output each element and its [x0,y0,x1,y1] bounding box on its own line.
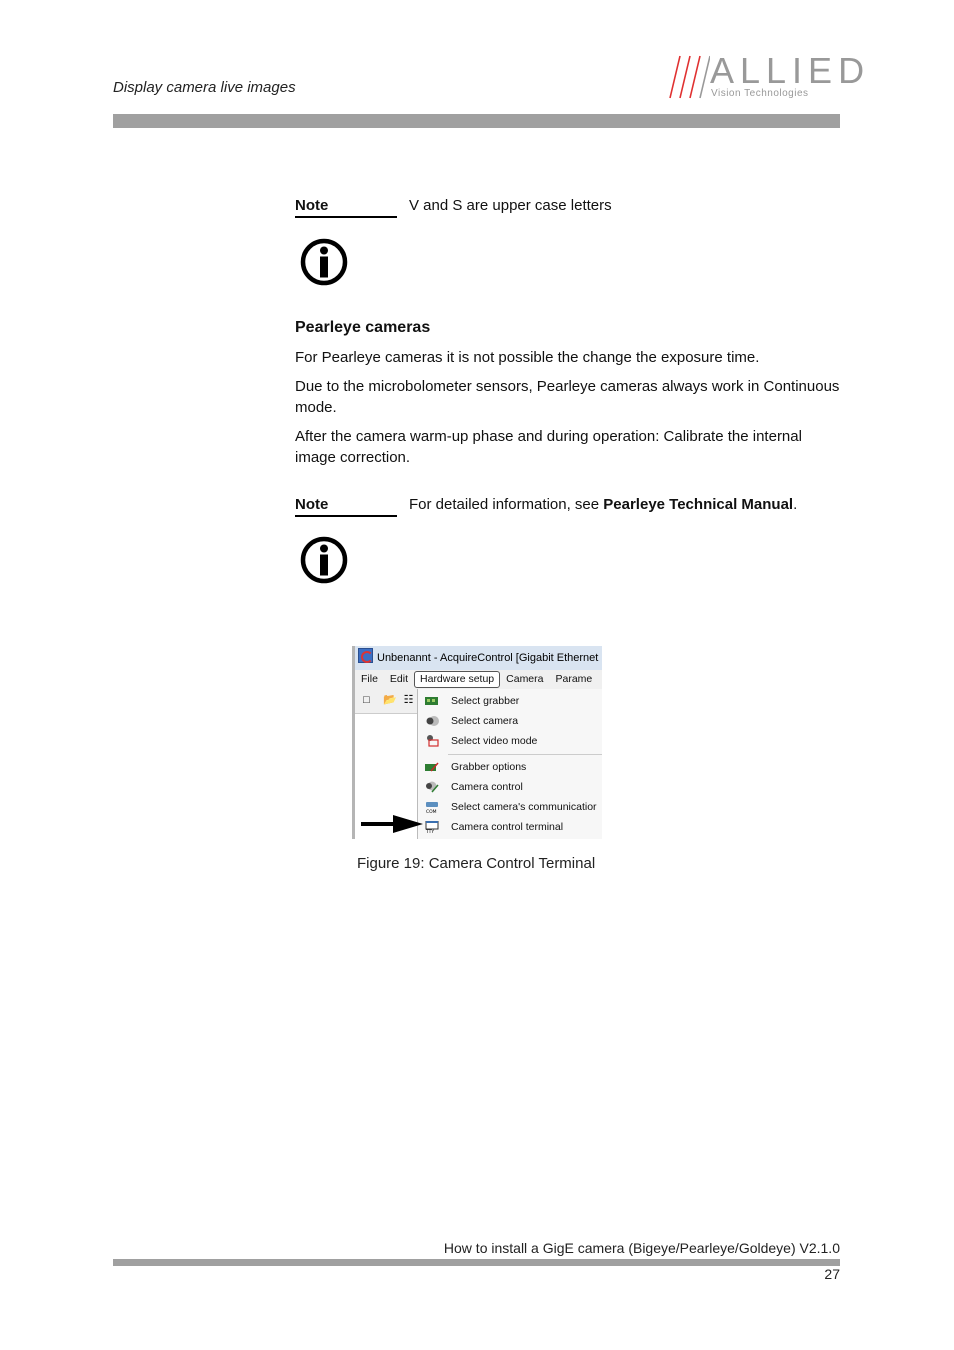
camera-icon [426,716,439,726]
video-mode-icon [427,735,439,747]
toolbar: □ 📂 ☷ [355,689,417,714]
running-footer-title: How to install a GigE camera (Bigeye/Pea… [443,1240,840,1256]
com-port-icon: COM [426,802,438,813]
paragraph: Due to the microbolometer sensors, Pearl… [295,378,840,416]
menu-item-grabber-options[interactable]: Grabber options [418,757,602,777]
note-label: Note [295,197,397,218]
svg-text:TTY: TTY [425,829,434,833]
allied-logo: ALLIED Vision Technologies [668,50,864,100]
menu-item-select-video-mode[interactable]: Select video mode [418,731,602,751]
menu-parameters[interactable]: Parame [550,670,599,689]
open-folder-icon[interactable]: 📂 [383,694,397,707]
grabber-icon [425,697,438,705]
header-divider-bar [113,114,840,128]
menu-item-select-grabber[interactable]: Select grabber [418,691,602,711]
note-text-prefix: For detailed information, see [409,496,604,513]
info-icon [300,238,348,286]
menu-item-select-communication[interactable]: COM Select camera's communicatior [418,797,602,817]
section-heading: Pearleye cameras [295,319,431,336]
logo-word: ALLIED [710,50,871,91]
menu-item-camera-control[interactable]: Camera control [418,777,602,797]
grabber-options-icon [425,762,439,772]
menu-camera[interactable]: Camera [500,670,549,689]
note-text: V and S are upper case letters [409,197,612,214]
page-number: 27 [824,1266,840,1282]
footer-divider-bar [113,1259,840,1266]
app-icon [358,648,373,663]
info-icon [300,536,348,584]
logo-slashes-icon [669,55,710,99]
note-text: For detailed information, see Pearleye T… [409,496,797,513]
window-titlebar: Unbenannt - AcquireControl [Gigabit Ethe… [355,646,602,670]
network-icon[interactable]: ☷ [403,694,414,707]
paragraph: For Pearleye cameras it is not possible … [295,349,760,366]
paragraph: After the camera warm-up phase and durin… [295,428,802,466]
window-title: Unbenannt - AcquireControl [Gigabit Ethe… [377,652,599,664]
menu-file[interactable]: File [355,670,384,689]
svg-text:COM: COM [426,809,437,813]
camera-control-icon [426,781,439,793]
manual-reference: Pearleye Technical Manual [603,496,794,513]
logo-subtitle: Vision Technologies [711,88,809,99]
figure-screenshot: Unbenannt - AcquireControl [Gigabit Ethe… [352,646,602,839]
new-file-icon[interactable]: □ [361,694,372,707]
menu-bar: File Edit Hardware setup Camera Parame [355,670,602,689]
note-text-suffix: . [793,496,798,513]
pointer-arrow-icon [361,815,423,833]
menu-separator [448,754,602,755]
figure-caption: Figure 19: Camera Control Terminal [357,855,596,872]
menu-item-camera-control-terminal[interactable]: TTY Camera control terminal [418,817,602,837]
terminal-icon: TTY [425,821,439,833]
hardware-setup-dropdown: Select grabber Select camera Select vide… [417,689,602,839]
menu-edit[interactable]: Edit [384,670,414,689]
note-label: Note [295,496,397,517]
running-header-title: Display camera live images [113,79,296,96]
menu-hardware-setup[interactable]: Hardware setup [414,671,501,688]
menu-item-select-camera[interactable]: Select camera [418,711,602,731]
